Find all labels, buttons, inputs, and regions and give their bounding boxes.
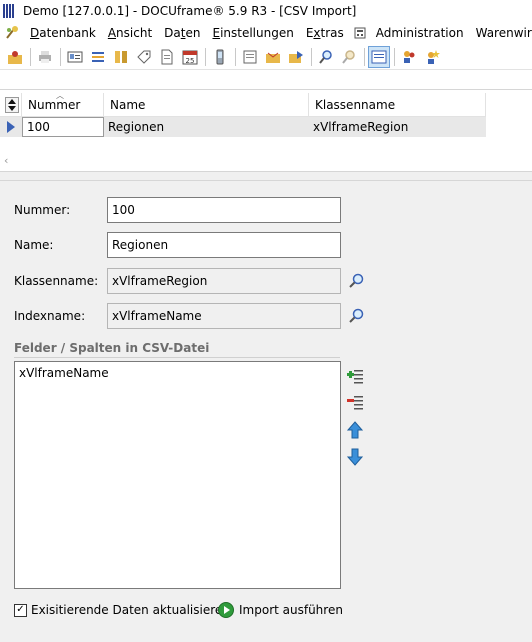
sort-toggle-icon[interactable]: [0, 93, 22, 116]
app-icon: [3, 4, 19, 18]
tag-icon[interactable]: [133, 46, 155, 68]
nummer-field[interactable]: 100: [107, 197, 341, 223]
column-header-klassenname[interactable]: Klassenname: [309, 93, 486, 116]
remove-field-icon[interactable]: [346, 393, 364, 411]
list-item[interactable]: xVlframeName: [19, 366, 336, 380]
nummer-label: Nummer:: [14, 203, 71, 217]
scroll-left-icon[interactable]: ‹: [4, 154, 8, 167]
sort-ascending-icon: ︿: [56, 91, 64, 100]
print-icon[interactable]: [34, 46, 56, 68]
calendar-icon[interactable]: 25: [179, 46, 201, 68]
menu-einstellungen[interactable]: Einstellungen: [206, 26, 299, 40]
detail-view-icon[interactable]: [368, 45, 390, 68]
form-icon[interactable]: [239, 46, 261, 68]
mail-folder-icon[interactable]: [262, 46, 284, 68]
column-header-name[interactable]: Name: [104, 93, 309, 116]
toolbar-separator: [394, 47, 395, 66]
table-row[interactable]: 100 Regionen xVlframeRegion: [0, 117, 486, 137]
run-import-button[interactable]: Import ausführen: [218, 602, 343, 618]
toolbar-separator: [30, 47, 31, 66]
indexname-lookup-icon[interactable]: [347, 307, 365, 325]
menu-bar: Datenbank Ansicht Da t en Einstellungen Ex…: [0, 22, 532, 44]
update-existing-checkbox[interactable]: ✓ Exisitierende Daten aktualisieren: [14, 603, 230, 617]
record-grid: ︿ Nummer Name Klassenname 100 Regionen x…: [0, 91, 486, 137]
menu-datenbank[interactable]: Datenbank: [24, 26, 102, 40]
svg-text:25: 25: [186, 57, 195, 65]
klassenname-label: Klassenname:: [14, 274, 99, 288]
cell-name[interactable]: Regionen: [104, 117, 309, 137]
toolbar-separator: [311, 47, 312, 66]
menu-ansicht[interactable]: Ansicht: [102, 26, 158, 40]
fields-list[interactable]: xVlframeName: [14, 361, 341, 589]
address-card-icon[interactable]: [64, 46, 86, 68]
move-up-icon[interactable]: [346, 421, 364, 439]
menu-administration[interactable]: Administration: [370, 26, 470, 40]
menu-daten[interactable]: Da t en: [158, 26, 206, 40]
search-disabled-icon[interactable]: [338, 46, 360, 68]
document-icon[interactable]: [156, 46, 178, 68]
window-title: Demo [127.0.0.1] - DOCUframe® 5.9 R3 - […: [23, 4, 357, 18]
klassenname-lookup-icon[interactable]: [347, 272, 365, 290]
search-icon[interactable]: [315, 46, 337, 68]
record-grid-area: ︿ Nummer Name Klassenname 100 Regionen x…: [0, 90, 532, 172]
add-field-icon[interactable]: [346, 367, 364, 385]
export-folder-icon[interactable]: [285, 46, 307, 68]
toolbar-separator: [205, 47, 206, 66]
user-folder-icon[interactable]: [4, 46, 26, 68]
calculator-icon[interactable]: [350, 27, 370, 39]
checkbox-check-icon[interactable]: ✓: [14, 603, 27, 617]
cell-nummer[interactable]: 100: [22, 117, 104, 137]
column-header-nummer[interactable]: ︿ Nummer: [22, 91, 104, 116]
cell-klassenname[interactable]: xVlframeRegion: [309, 117, 486, 137]
move-down-icon[interactable]: [346, 448, 364, 466]
users-icon[interactable]: [398, 46, 420, 68]
play-icon: [218, 602, 234, 618]
klassenname-field[interactable]: xVlframeRegion: [107, 268, 341, 294]
menu-extras[interactable]: Ex tras: [300, 26, 350, 40]
toolbar-separator: [60, 47, 61, 66]
current-row-icon: [0, 117, 22, 137]
name-label: Name:: [14, 238, 54, 252]
filter-bar: [0, 70, 532, 90]
toolbar-separator: [364, 47, 365, 66]
menu-warenwirtschaft[interactable]: Warenwirtschaft: [470, 26, 532, 40]
detail-form: Nummer: 100 Name: Regionen Klassenname: …: [0, 180, 532, 642]
name-field[interactable]: Regionen: [107, 232, 341, 258]
toolbar-separator: [235, 47, 236, 66]
grid-header: ︿ Nummer Name Klassenname: [0, 91, 486, 117]
fields-group-title: Felder / Spalten in CSV-Datei: [14, 341, 210, 355]
folders-icon[interactable]: [110, 46, 132, 68]
user-star-icon[interactable]: [421, 46, 443, 68]
update-existing-label: Exisitierende Daten aktualisieren: [31, 603, 230, 617]
list-icon[interactable]: [87, 46, 109, 68]
menu-icon[interactable]: [0, 25, 24, 41]
phone-icon[interactable]: [209, 46, 231, 68]
indexname-label: Indexname:: [14, 309, 86, 323]
indexname-field[interactable]: xVlframeName: [107, 303, 341, 329]
group-divider: [14, 357, 340, 358]
title-bar: Demo [127.0.0.1] - DOCUframe® 5.9 R3 - […: [0, 0, 532, 22]
toolbar: 25: [0, 44, 532, 70]
run-import-label: Import ausführen: [239, 603, 343, 617]
